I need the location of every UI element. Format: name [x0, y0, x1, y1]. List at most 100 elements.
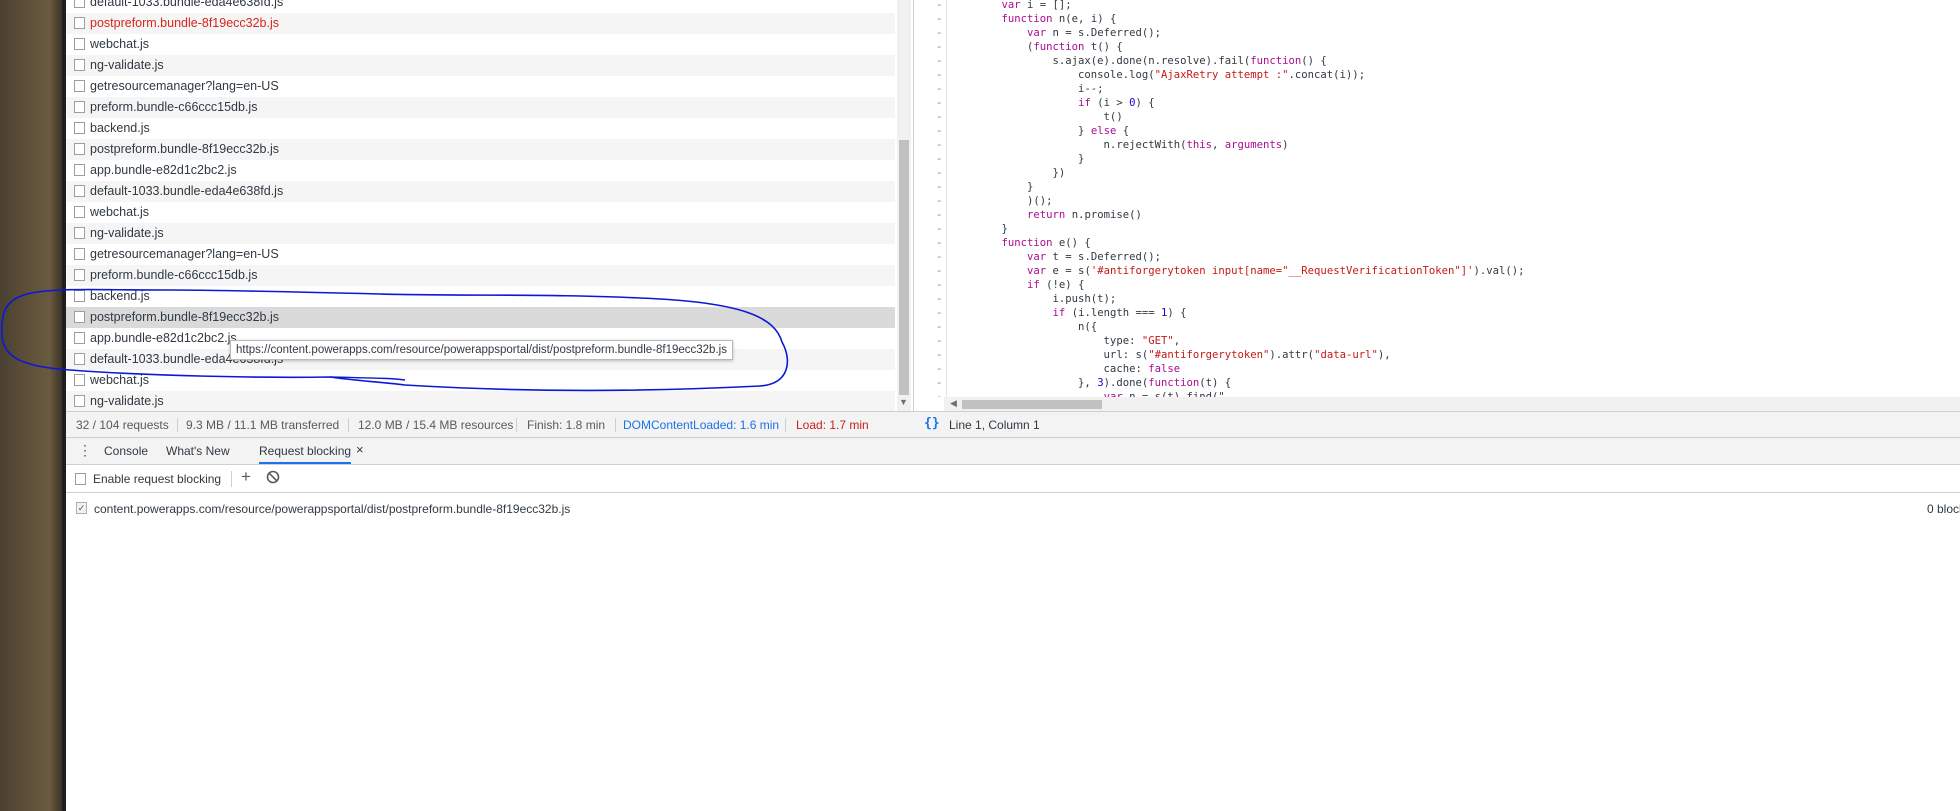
request-row-checkbox[interactable] [74, 206, 85, 218]
request-name[interactable]: default-1033.bundle-eda4e638fd.js [90, 181, 283, 202]
enable-request-blocking-label[interactable]: Enable request blocking [93, 472, 221, 486]
request-name[interactable]: backend.js [90, 286, 150, 307]
enable-request-blocking-checkbox[interactable] [75, 473, 86, 485]
request-list-scrollbar[interactable]: ▼ [897, 0, 911, 411]
code-line[interactable]: - s.ajax(e).done(n.resolve).fail(functio… [914, 54, 1960, 68]
code-horizontal-scrollbar[interactable]: ◀ [944, 397, 1960, 411]
scroll-left-arrow-icon[interactable]: ◀ [950, 398, 957, 409]
code-line[interactable]: - if (!e) { [914, 278, 1960, 292]
request-name[interactable]: getresourcemanager?lang=en-US [90, 76, 279, 97]
tab-whats-new[interactable]: What's New [166, 444, 230, 458]
request-row-checkbox[interactable] [74, 248, 85, 260]
code-line[interactable]: - } [914, 152, 1960, 166]
code-line[interactable]: - } else { [914, 124, 1960, 138]
pattern-checkbox[interactable]: ✓ [76, 502, 87, 514]
request-row[interactable]: preform.bundle-c66ccc15db.js [66, 265, 895, 286]
request-row-checkbox[interactable] [74, 0, 85, 8]
request-row[interactable]: postpreform.bundle-8f19ecc32b.js [66, 139, 895, 160]
request-row-checkbox[interactable] [74, 374, 85, 386]
code-line[interactable]: - } [914, 180, 1960, 194]
request-row[interactable]: ng-validate.js [66, 55, 895, 76]
request-row[interactable]: getresourcemanager?lang=en-US [66, 76, 895, 97]
more-tools-icon[interactable]: ⋮ [78, 442, 92, 459]
request-row[interactable]: getresourcemanager?lang=en-US [66, 244, 895, 265]
request-row-checkbox[interactable] [74, 59, 85, 71]
request-row[interactable]: backend.js [66, 286, 895, 307]
code-line[interactable]: - console.log("AjaxRetry attempt :".conc… [914, 68, 1960, 82]
request-row-checkbox[interactable] [74, 143, 85, 155]
code-line[interactable]: - t() [914, 110, 1960, 124]
request-row[interactable]: webchat.js [66, 370, 895, 391]
close-tab-icon[interactable]: × [356, 442, 364, 457]
code-line[interactable]: - var t = s.Deferred(); [914, 250, 1960, 264]
request-row-checkbox[interactable] [74, 38, 85, 50]
request-row-checkbox[interactable] [74, 332, 85, 344]
request-row[interactable]: default-1033.bundle-eda4e638fd.js [66, 0, 895, 13]
code-line[interactable]: - function e() { [914, 236, 1960, 250]
clear-patterns-icon[interactable] [266, 470, 280, 484]
tab-console[interactable]: Console [104, 444, 148, 458]
code-line[interactable]: - (function t() { [914, 40, 1960, 54]
code-line[interactable]: - function n(e, i) { [914, 12, 1960, 26]
request-row-checkbox[interactable] [74, 185, 85, 197]
code-line[interactable]: - if (i > 0) { [914, 96, 1960, 110]
request-row-checkbox[interactable] [74, 290, 85, 302]
code-line[interactable]: - i--; [914, 82, 1960, 96]
request-row[interactable]: webchat.js [66, 34, 895, 55]
request-name[interactable]: getresourcemanager?lang=en-US [90, 244, 279, 265]
code-line[interactable]: - url: s("#antiforgerytoken").attr("data… [914, 348, 1960, 362]
request-name[interactable]: postpreform.bundle-8f19ecc32b.js [90, 307, 279, 328]
code-line[interactable]: - n.rejectWith(this, arguments) [914, 138, 1960, 152]
scroll-down-arrow-icon[interactable]: ▼ [899, 397, 908, 407]
request-name[interactable]: webchat.js [90, 202, 149, 223]
request-row-checkbox[interactable] [74, 17, 85, 29]
request-row[interactable]: ng-validate.js [66, 223, 895, 244]
request-row-checkbox[interactable] [74, 164, 85, 176]
request-row-checkbox[interactable] [74, 353, 85, 365]
code-line[interactable]: - } [914, 222, 1960, 236]
request-name[interactable]: backend.js [90, 118, 150, 139]
request-row-checkbox[interactable] [74, 227, 85, 239]
request-name[interactable]: ng-validate.js [90, 223, 164, 244]
tab-request-blocking[interactable]: Request blocking [259, 444, 352, 464]
code-line[interactable]: - cache: false [914, 362, 1960, 376]
code-line[interactable]: - var i = []; [914, 0, 1960, 12]
code-line[interactable]: - }) [914, 166, 1960, 180]
code-line[interactable]: - var n = s.Deferred(); [914, 26, 1960, 40]
code-line[interactable]: - type: "GET", [914, 334, 1960, 348]
code-line[interactable]: - return n.promise() [914, 208, 1960, 222]
request-row-checkbox[interactable] [74, 101, 85, 113]
request-list-scroll-thumb[interactable] [899, 140, 909, 395]
code-line[interactable]: - var n = s(t).find(" [914, 390, 1960, 397]
request-row-checkbox[interactable] [74, 311, 85, 323]
pretty-print-icon[interactable]: {} [924, 416, 940, 431]
source-code-viewer[interactable]: - var i = []; - function n(e, i) {- var n… [914, 0, 1960, 397]
request-row[interactable]: backend.js [66, 118, 895, 139]
code-line[interactable]: - )(); [914, 194, 1960, 208]
request-name[interactable]: ng-validate.js [90, 55, 164, 76]
request-row[interactable]: ng-validate.js [66, 391, 895, 411]
request-name[interactable]: webchat.js [90, 34, 149, 55]
blocked-pattern-row[interactable]: ✓ content.powerapps.com/resource/powerap… [66, 493, 1960, 523]
add-pattern-icon[interactable]: + [241, 467, 251, 487]
code-scroll-thumb[interactable] [962, 400, 1102, 409]
request-row-checkbox[interactable] [74, 80, 85, 92]
request-row[interactable]: webchat.js [66, 202, 895, 223]
request-row[interactable]: default-1033.bundle-eda4e638fd.js [66, 181, 895, 202]
request-name[interactable]: ng-validate.js [90, 391, 164, 411]
code-line[interactable]: - var e = s('#antiforgerytoken input[nam… [914, 264, 1960, 278]
code-line[interactable]: - if (i.length === 1) { [914, 306, 1960, 320]
code-line[interactable]: - i.push(t); [914, 292, 1960, 306]
request-row-checkbox[interactable] [74, 269, 85, 281]
request-row[interactable]: app.bundle-e82d1c2bc2.js [66, 160, 895, 181]
request-name[interactable]: postpreform.bundle-8f19ecc32b.js [90, 13, 279, 34]
request-row[interactable]: postpreform.bundle-8f19ecc32b.js [66, 13, 895, 34]
request-row[interactable]: preform.bundle-c66ccc15db.js [66, 97, 895, 118]
code-line[interactable]: - }, 3).done(function(t) { [914, 376, 1960, 390]
request-name[interactable]: app.bundle-e82d1c2bc2.js [90, 328, 237, 349]
request-name[interactable]: default-1033.bundle-eda4e638fd.js [90, 0, 283, 13]
request-row[interactable]: postpreform.bundle-8f19ecc32b.js [66, 307, 895, 328]
request-row-checkbox[interactable] [74, 395, 85, 407]
request-name[interactable]: postpreform.bundle-8f19ecc32b.js [90, 139, 279, 160]
code-line[interactable]: - n({ [914, 320, 1960, 334]
